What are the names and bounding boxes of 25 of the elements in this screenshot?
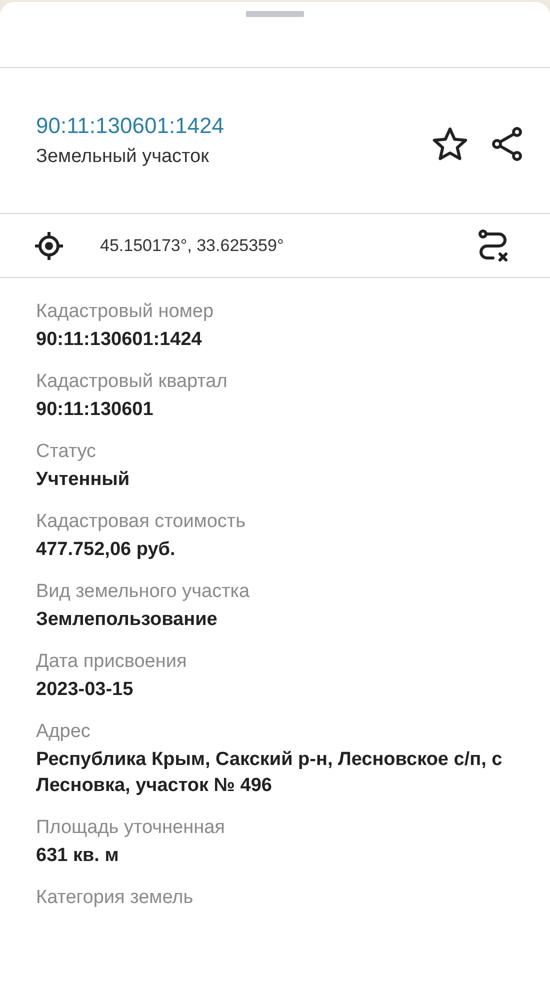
drag-handle[interactable] <box>246 11 304 17</box>
field-label: Площадь уточненная <box>36 816 226 840</box>
field-value: Учтенный <box>36 468 131 492</box>
field-value: 90:11:130601 <box>36 398 154 422</box>
field-label: Вид земельного участка <box>36 580 251 604</box>
route-icon[interactable] <box>478 228 510 262</box>
field-label: Категория земель <box>36 886 194 910</box>
parcel-type: Земельный участок <box>36 144 210 168</box>
field-label: Кадастровый квартал <box>36 370 228 394</box>
field-label: Дата присвоения <box>36 650 188 674</box>
field-value: 90:11:130601:1424 <box>36 328 203 352</box>
field-label: Кадастровый номер <box>36 300 215 324</box>
field-value: 2023-03-15 <box>36 678 134 702</box>
field-value: Землепользование <box>36 608 218 632</box>
field-value: Республика Крым, Сакский р-н, Лесновское с/п, с Лесновка, участок № 496 <box>36 748 504 798</box>
field-label: Кадастровая стоимость <box>36 510 247 534</box>
share-icon[interactable] <box>490 126 524 162</box>
coordinates-text: 45.150173°, 33.625359° <box>100 236 285 256</box>
location-target-icon[interactable] <box>34 230 64 260</box>
field-value: 477.752,06 руб. <box>36 538 176 562</box>
field-label: Адрес <box>36 720 92 744</box>
field-label: Статус <box>36 440 98 464</box>
parcel-title: 90:11:130601:1424 <box>36 112 225 140</box>
field-value: 631 кв. м <box>36 844 120 868</box>
star-icon[interactable] <box>432 126 468 160</box>
